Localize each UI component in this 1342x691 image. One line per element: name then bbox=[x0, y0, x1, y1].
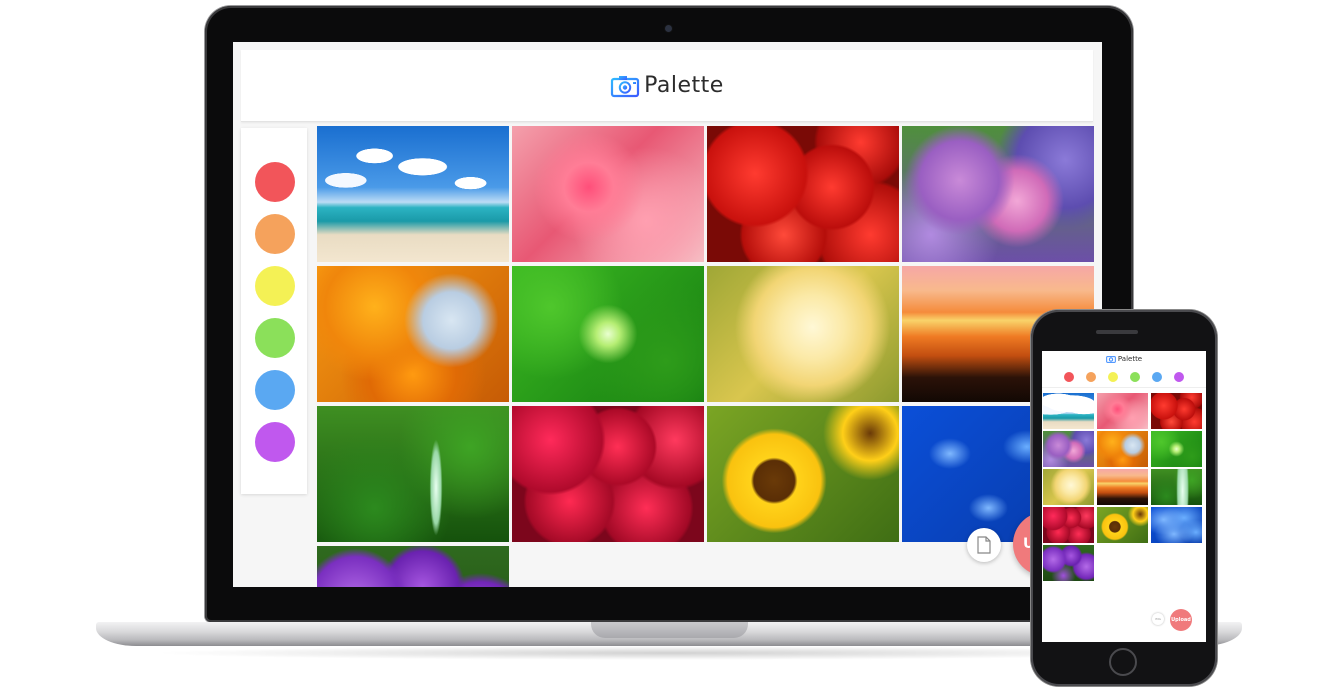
phone-photo-tile-maple-leaves[interactable] bbox=[1097, 431, 1148, 467]
photo-tile-bamboo-fountain[interactable] bbox=[317, 406, 509, 542]
color-swatch-red[interactable] bbox=[255, 162, 295, 202]
phone-app-header: Palette bbox=[1042, 351, 1206, 366]
camera-icon bbox=[611, 75, 640, 97]
app-logo[interactable]: Palette bbox=[610, 73, 724, 98]
color-filter-sidebar bbox=[241, 128, 307, 494]
phone-photo-tile-hydrangea[interactable] bbox=[1043, 431, 1094, 467]
phone-photo-tile-green-trees[interactable] bbox=[1151, 431, 1202, 467]
laptop-notch bbox=[591, 622, 748, 638]
phone-app-title: Palette bbox=[1117, 354, 1143, 363]
photo-tile-beach[interactable] bbox=[317, 126, 509, 262]
phone-upload-button-label: Upload bbox=[1171, 617, 1191, 623]
phone-photo-tile-yellow-rose[interactable] bbox=[1043, 469, 1094, 505]
color-swatch-purple[interactable] bbox=[255, 422, 295, 462]
laptop-screen: Palette U bbox=[233, 42, 1102, 587]
phone-color-swatch-red[interactable] bbox=[1064, 372, 1074, 382]
phone-photo-tile-strawberries[interactable] bbox=[1151, 393, 1202, 429]
photo-tile-strawberries[interactable] bbox=[707, 126, 899, 262]
phone-photo-tile-beach[interactable] bbox=[1043, 393, 1094, 429]
color-swatch-orange[interactable] bbox=[255, 214, 295, 254]
phone-photo-tile-red-roses[interactable] bbox=[1043, 507, 1094, 543]
color-swatch-yellow[interactable] bbox=[255, 266, 295, 306]
phone-upload-button[interactable]: Upload bbox=[1170, 609, 1192, 631]
phone-color-swatch-yellow[interactable] bbox=[1108, 372, 1118, 382]
phone-speaker bbox=[1096, 330, 1138, 334]
phone-color-swatch-purple[interactable] bbox=[1174, 372, 1184, 382]
image-file-icon bbox=[977, 536, 991, 554]
phone-color-swatch-blue[interactable] bbox=[1152, 372, 1162, 382]
app-header: Palette bbox=[241, 50, 1093, 122]
phone-home-button[interactable] bbox=[1109, 648, 1137, 676]
phone-color-swatch-orange[interactable] bbox=[1086, 372, 1096, 382]
camera-icon bbox=[1106, 355, 1116, 363]
app-title: Palette bbox=[644, 73, 724, 98]
phone-photo-tile-sunset[interactable] bbox=[1097, 469, 1148, 505]
photo-tile-sunflowers[interactable] bbox=[707, 406, 899, 542]
image-file-button[interactable] bbox=[967, 528, 1001, 562]
photo-tile-green-trees[interactable] bbox=[512, 266, 704, 402]
phone-image-file-button[interactable]: IMG bbox=[1152, 613, 1164, 625]
color-swatch-green[interactable] bbox=[255, 318, 295, 358]
photo-tile-clematis[interactable] bbox=[317, 546, 509, 587]
phone-photo-tile-clematis[interactable] bbox=[1043, 545, 1094, 581]
color-swatch-blue[interactable] bbox=[255, 370, 295, 410]
photo-tile-pink-flower[interactable] bbox=[512, 126, 704, 262]
phone-photo-tile-sunflowers[interactable] bbox=[1097, 507, 1148, 543]
photo-tile-red-roses[interactable] bbox=[512, 406, 704, 542]
phone-color-swatch-green[interactable] bbox=[1130, 372, 1140, 382]
photo-tile-maple-leaves[interactable] bbox=[317, 266, 509, 402]
phone-color-filter-bar bbox=[1042, 368, 1206, 388]
photo-tile-yellow-rose[interactable] bbox=[707, 266, 899, 402]
phone-photo-tile-pink-flower[interactable] bbox=[1097, 393, 1148, 429]
phone-screen: Palette IMG Upload bbox=[1042, 351, 1206, 642]
phone-photo-tile-bamboo-fountain[interactable] bbox=[1151, 469, 1202, 505]
laptop-camera bbox=[665, 25, 672, 32]
photo-tile-hydrangea[interactable] bbox=[902, 126, 1094, 262]
image-file-icon: IMG bbox=[1155, 617, 1161, 621]
phone-photo-tile-jellyfish[interactable] bbox=[1151, 507, 1202, 543]
